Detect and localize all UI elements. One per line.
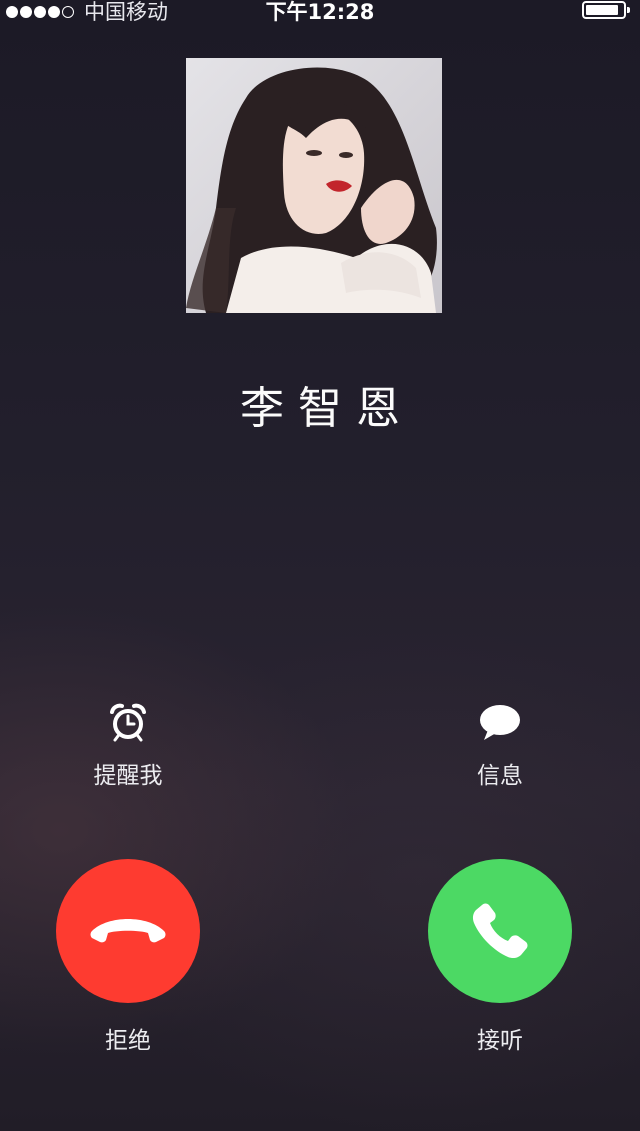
remind-me-label: 提醒我: [93, 763, 163, 789]
battery-icon: [582, 1, 630, 19]
decline-label: 拒绝: [105, 1028, 151, 1054]
phone-icon: [472, 903, 528, 959]
battery-tip: [627, 7, 630, 13]
speech-bubble-icon: [430, 700, 570, 744]
battery-level: [586, 5, 619, 15]
caller-name: 李智恩: [240, 383, 414, 434]
decline-call: 拒绝: [56, 859, 200, 1055]
accept-button[interactable]: [428, 859, 572, 1003]
alarm-clock-icon: [58, 700, 198, 744]
status-bar: 中国移动 下午12:28: [0, 0, 640, 24]
message-button[interactable]: 信息: [430, 700, 570, 790]
caller-photo: [186, 58, 442, 313]
accept-call: 接听: [428, 859, 572, 1055]
decline-button[interactable]: [56, 859, 200, 1003]
caller-avatar: [186, 58, 442, 313]
accept-label: 接听: [477, 1028, 523, 1054]
remind-me-button[interactable]: 提醒我: [58, 700, 198, 790]
phone-hangup-icon: [90, 919, 166, 943]
status-time: 下午12:28: [265, 0, 375, 24]
message-label: 信息: [477, 763, 523, 789]
